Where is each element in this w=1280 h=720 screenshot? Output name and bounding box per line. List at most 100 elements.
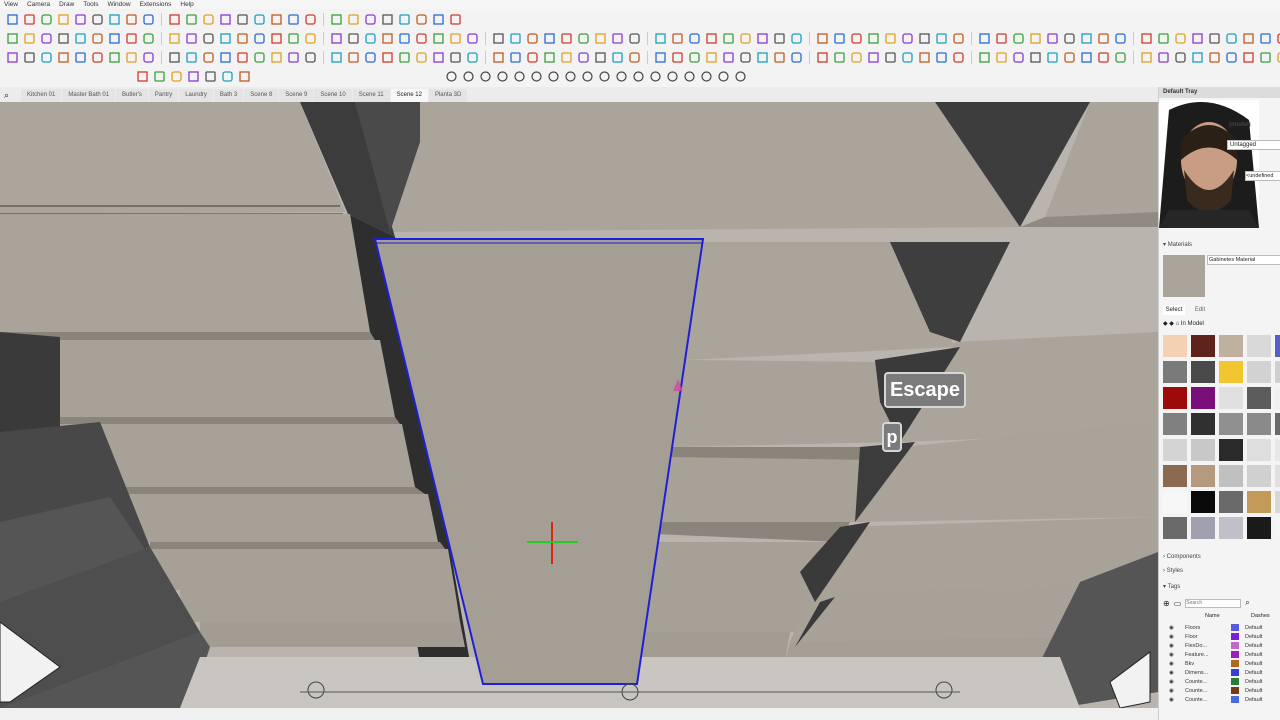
tool-icon[interactable]: [1097, 32, 1110, 45]
scene-tab[interactable]: Scene 10: [314, 89, 352, 102]
tag-color-swatch[interactable]: [1231, 669, 1239, 676]
tool-icon[interactable]: [688, 32, 701, 45]
scene-tab[interactable]: Pantry: [148, 89, 179, 102]
tool-icon[interactable]: [347, 32, 360, 45]
tool-icon[interactable]: [40, 51, 53, 64]
tool-icon[interactable]: [432, 32, 445, 45]
tool-icon[interactable]: [1080, 51, 1093, 64]
tool-icon[interactable]: [867, 51, 880, 64]
tool-icon[interactable]: [187, 70, 200, 83]
tag-dash[interactable]: Default: [1245, 679, 1262, 685]
tag-row[interactable]: ◉ Floor Default: [1169, 632, 1279, 641]
tool-icon[interactable]: [1063, 32, 1076, 45]
material-swatch[interactable]: [1275, 387, 1280, 409]
tool-icon[interactable]: [526, 32, 539, 45]
menu-item[interactable]: View: [4, 0, 18, 9]
tool-icon[interactable]: [1046, 32, 1059, 45]
view-tool-icon[interactable]: [564, 70, 577, 83]
menu-item[interactable]: Help: [180, 0, 193, 9]
material-swatch[interactable]: [1163, 413, 1187, 435]
tool-icon[interactable]: [202, 51, 215, 64]
tag-row[interactable]: ◉ Counte... Default: [1169, 686, 1279, 695]
material-swatch[interactable]: [1219, 517, 1243, 539]
tool-icon[interactable]: [1276, 51, 1280, 64]
scene-tab[interactable]: Butler's: [116, 89, 148, 102]
tool-icon[interactable]: [57, 13, 70, 26]
tag-dash[interactable]: Default: [1245, 661, 1262, 667]
view-tool-icon[interactable]: [683, 70, 696, 83]
tool-icon[interactable]: [1174, 51, 1187, 64]
tool-icon[interactable]: [901, 32, 914, 45]
tool-icon[interactable]: [773, 51, 786, 64]
tool-icon[interactable]: [1276, 32, 1280, 45]
material-swatch[interactable]: [1163, 465, 1187, 487]
tool-icon[interactable]: [833, 51, 846, 64]
tool-icon[interactable]: [57, 32, 70, 45]
tool-icon[interactable]: [594, 51, 607, 64]
tool-icon[interactable]: [170, 70, 183, 83]
tool-icon[interactable]: [236, 13, 249, 26]
tool-icon[interactable]: [526, 51, 539, 64]
material-swatch[interactable]: [1275, 491, 1280, 513]
tool-icon[interactable]: [432, 51, 445, 64]
tool-icon[interactable]: [543, 32, 556, 45]
tag-color-swatch[interactable]: [1231, 624, 1239, 631]
tag-dash[interactable]: Default: [1245, 652, 1262, 658]
tool-icon[interactable]: [347, 51, 360, 64]
tool-icon[interactable]: [509, 32, 522, 45]
scene-search-icon[interactable]: ⌕: [4, 89, 20, 102]
view-tool-icon[interactable]: [700, 70, 713, 83]
tool-icon[interactable]: [168, 32, 181, 45]
tool-icon[interactable]: [722, 32, 735, 45]
material-swatch[interactable]: [1191, 413, 1215, 435]
tool-icon[interactable]: [978, 51, 991, 64]
tab-select[interactable]: Select: [1163, 305, 1185, 315]
model-scene[interactable]: [0, 102, 1158, 708]
material-swatch[interactable]: [1275, 361, 1280, 383]
tool-icon[interactable]: [304, 32, 317, 45]
view-tool-icon[interactable]: [649, 70, 662, 83]
tag-color-swatch[interactable]: [1231, 696, 1239, 703]
tool-icon[interactable]: [1208, 51, 1221, 64]
tool-icon[interactable]: [935, 51, 948, 64]
tool-icon[interactable]: [270, 32, 283, 45]
material-swatch[interactable]: [1219, 439, 1243, 461]
tool-icon[interactable]: [952, 51, 965, 64]
tool-icon[interactable]: [509, 51, 522, 64]
tool-icon[interactable]: [287, 51, 300, 64]
tool-icon[interactable]: [935, 32, 948, 45]
tool-icon[interactable]: [492, 32, 505, 45]
tool-icon[interactable]: [108, 13, 121, 26]
tag-dash[interactable]: Default: [1245, 625, 1262, 631]
scene-tab[interactable]: Scene 9: [279, 89, 314, 102]
tool-icon[interactable]: [952, 32, 965, 45]
tool-icon[interactable]: [23, 13, 36, 26]
tool-icon[interactable]: [1029, 32, 1042, 45]
material-swatch[interactable]: [1163, 491, 1187, 513]
tool-icon[interactable]: [671, 32, 684, 45]
material-swatch[interactable]: [1163, 439, 1187, 461]
view-tool-icon[interactable]: [666, 70, 679, 83]
scene-tab[interactable]: Scene 8: [244, 89, 279, 102]
materials-header[interactable]: ▾ Materials: [1163, 241, 1192, 248]
tag-dash[interactable]: Default: [1245, 670, 1262, 676]
tool-icon[interactable]: [219, 32, 232, 45]
tool-icon[interactable]: [415, 32, 428, 45]
tool-icon[interactable]: [6, 13, 19, 26]
visibility-eye-icon[interactable]: ◉: [1169, 643, 1175, 649]
tool-icon[interactable]: [995, 51, 1008, 64]
material-swatch[interactable]: [1275, 335, 1280, 357]
menu-item[interactable]: Tools: [83, 0, 98, 9]
material-swatch[interactable]: [1219, 413, 1243, 435]
tool-icon[interactable]: [253, 13, 266, 26]
tool-icon[interactable]: [415, 13, 428, 26]
tool-icon[interactable]: [108, 51, 121, 64]
tool-icon[interactable]: [108, 32, 121, 45]
tool-icon[interactable]: [628, 32, 641, 45]
tool-icon[interactable]: [739, 51, 752, 64]
tool-icon[interactable]: [1012, 32, 1025, 45]
tool-icon[interactable]: [74, 13, 87, 26]
view-tool-icon[interactable]: [445, 70, 458, 83]
tool-icon[interactable]: [74, 51, 87, 64]
tool-icon[interactable]: [705, 51, 718, 64]
